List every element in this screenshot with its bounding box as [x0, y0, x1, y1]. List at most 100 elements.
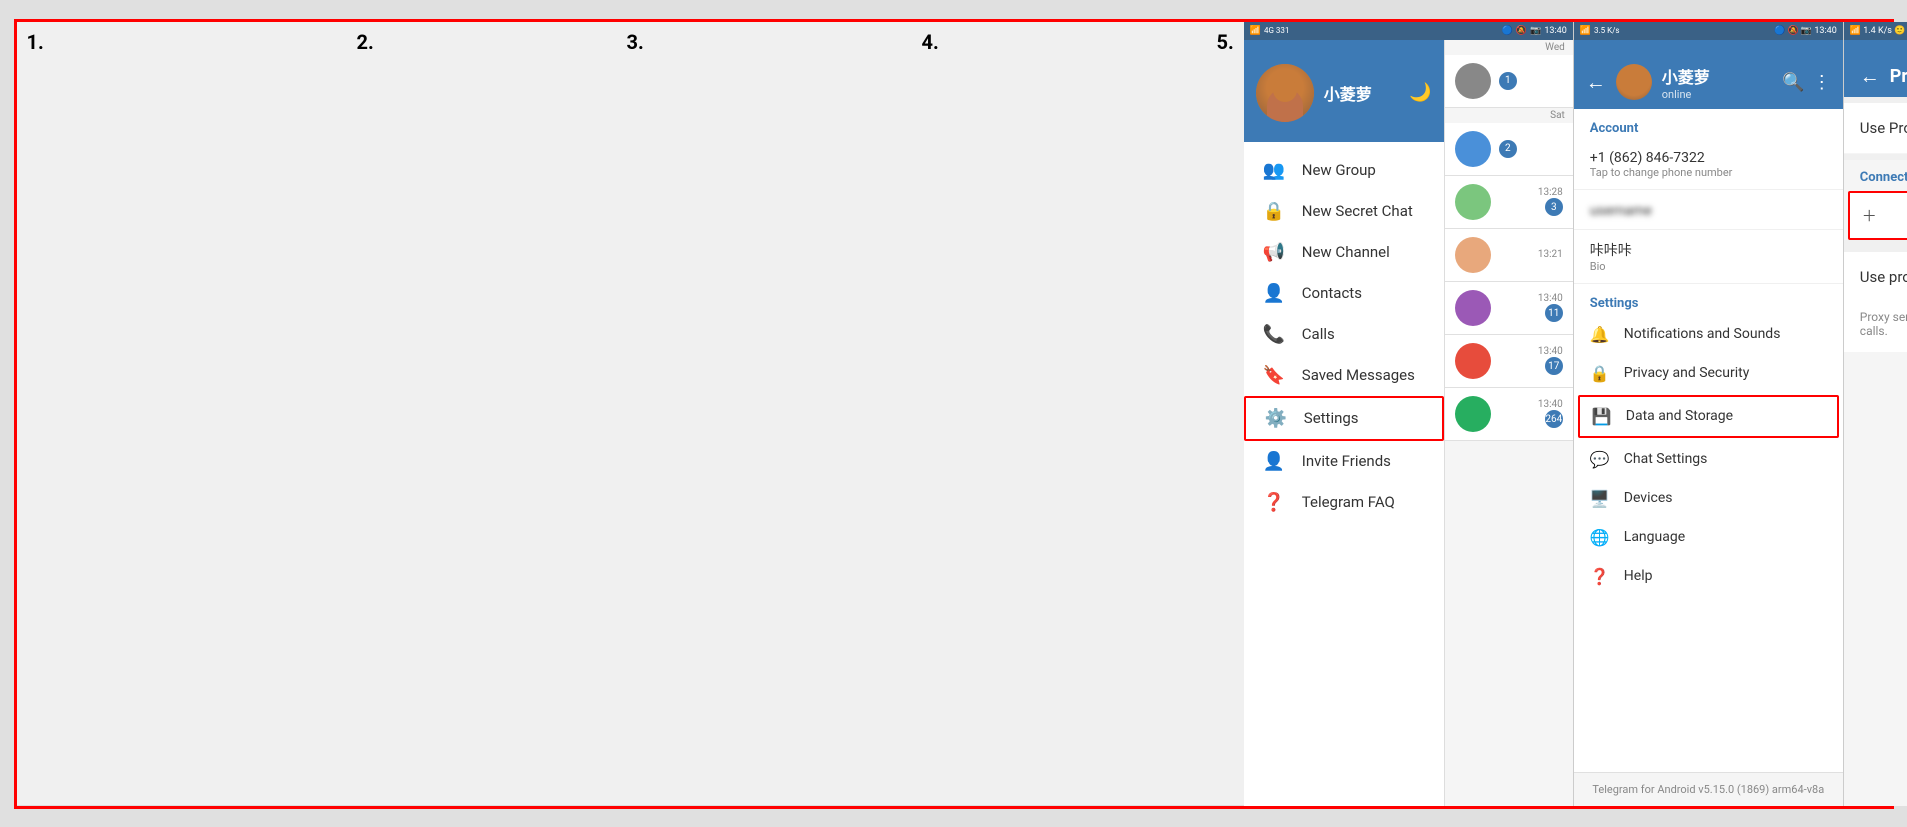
panel-2-header: ← 小菱萝 online 🔍 ⋮	[1574, 40, 1843, 109]
setting-privacy[interactable]: 🔒 Privacy and Security	[1574, 354, 1843, 393]
invite-icon: 👤	[1262, 451, 1286, 472]
use-proxy-label: Use Proxy	[1860, 119, 1907, 137]
sidebar: 小菱萝 🌙 👥 New Group 🔒	[1244, 40, 1444, 806]
setting-language[interactable]: 🌐 Language	[1574, 518, 1843, 557]
menu-item-saved[interactable]: 🔖 Saved Messages	[1244, 355, 1444, 396]
setting-help[interactable]: ❓ Help	[1574, 557, 1843, 596]
header-actions: 🔍 ⋮	[1782, 72, 1830, 93]
connections-label: Connections	[1844, 160, 1907, 191]
settings-icon: ⚙️	[1264, 408, 1288, 429]
language-label: Language	[1624, 529, 1685, 545]
menu-list: 👥 New Group 🔒 New Secret Chat 📢 New Chan…	[1244, 142, 1444, 531]
version-footer: Telegram for Android v5.15.0 (1869) arm6…	[1574, 772, 1843, 806]
add-proxy-btn[interactable]: ＋ Add Proxy	[1850, 193, 1907, 238]
chat-avatar	[1455, 131, 1491, 167]
privacy-label: Privacy and Security	[1624, 365, 1750, 381]
menu-label-faq: Telegram FAQ	[1302, 493, 1395, 511]
help-label: Help	[1624, 568, 1653, 584]
tap-change[interactable]: Tap to change phone number	[1590, 166, 1827, 179]
status-bar-3: 📶 1.4 K/s 🙂 📶 🔕 14:40	[1844, 22, 1907, 40]
menu-item-new-channel[interactable]: 📢 New Channel	[1244, 232, 1444, 273]
header-name: 小菱萝	[1662, 64, 1773, 88]
date-sat: Sat	[1445, 108, 1573, 123]
panel-1-layout: 小菱萝 🌙 👥 New Group 🔒	[1244, 40, 1573, 806]
use-proxy-calls-label: Use proxy for calls	[1860, 268, 1907, 286]
status-bar-1: 📶 4G 331 🔵 🔕 📷 13:40	[1244, 22, 1573, 40]
step-label-3: 3.	[617, 22, 912, 805]
calls-icon: 📞	[1262, 324, 1286, 345]
account-section-label: Account	[1574, 109, 1843, 140]
chat-avatar	[1455, 237, 1491, 273]
user-name: 小菱萝	[1324, 81, 1372, 105]
step-label-2: 2.	[347, 22, 617, 805]
account-phone-info: +1 (862) 846-7322 Tap to change phone nu…	[1574, 140, 1843, 190]
chat-item[interactable]: 2	[1445, 123, 1573, 176]
menu-label-new-channel: New Channel	[1302, 243, 1390, 261]
setting-data-storage[interactable]: 💾 Data and Storage	[1578, 395, 1839, 438]
panel-2: 📶 3.5 K/s 🔵 🔕 📷 13:40 ← 小菱萝 online 🔍 ⋮	[1574, 22, 1844, 806]
setting-devices[interactable]: 🖥️ Devices	[1574, 479, 1843, 518]
menu-label-calls: Calls	[1302, 325, 1335, 343]
notifications-icon: 🔔	[1590, 325, 1610, 344]
chat-badge: 264	[1545, 410, 1563, 428]
status-bar-2: 📶 3.5 K/s 🔵 🔕 📷 13:40	[1574, 22, 1843, 40]
proxy-settings-title: Proxy Settings	[1890, 66, 1907, 87]
moon-icon: 🌙	[1409, 82, 1431, 103]
menu-item-secret-chat[interactable]: 🔒 New Secret Chat	[1244, 191, 1444, 232]
back-button[interactable]: ←	[1586, 70, 1606, 95]
chat-item[interactable]: 13:28 3	[1445, 176, 1573, 229]
settings-section-label: Settings	[1574, 284, 1843, 315]
add-proxy-container: ＋ Add Proxy	[1848, 191, 1907, 240]
step-label-4: 4.	[912, 22, 1207, 805]
avatar	[1256, 64, 1314, 122]
chat-item[interactable]: 13:40 264	[1445, 388, 1573, 441]
header-avatar	[1616, 64, 1652, 100]
chat-badge: 3	[1545, 198, 1563, 216]
back-button-3[interactable]: ←	[1860, 64, 1880, 89]
search-icon[interactable]: 🔍	[1782, 72, 1804, 93]
menu-label-secret-chat: New Secret Chat	[1302, 202, 1413, 220]
chat-badge: 11	[1545, 304, 1563, 322]
data-storage-icon: 💾	[1592, 407, 1612, 426]
menu-item-invite[interactable]: 👤 Invite Friends	[1244, 441, 1444, 482]
chat-badge: 2	[1499, 140, 1517, 158]
contacts-icon: 👤	[1262, 283, 1286, 304]
use-proxy-calls-row: Use proxy for calls	[1844, 252, 1907, 302]
menu-item-new-group[interactable]: 👥 New Group	[1244, 150, 1444, 191]
chat-badge: 17	[1545, 357, 1563, 375]
menu-item-calls[interactable]: 📞 Calls	[1244, 314, 1444, 355]
bio-name: 咔咔咔	[1590, 240, 1827, 260]
data-storage-label: Data and Storage	[1626, 408, 1733, 424]
date-wed: Wed	[1445, 40, 1573, 55]
menu-label-new-group: New Group	[1302, 161, 1376, 179]
chat-avatar	[1455, 343, 1491, 379]
proxy-calls-section: Use proxy for calls Proxy servers may de…	[1844, 252, 1907, 352]
devices-label: Devices	[1624, 490, 1673, 506]
chat-item[interactable]: 13:40 11	[1445, 282, 1573, 335]
chat-badge: 1	[1499, 72, 1517, 90]
chat-item[interactable]: 13:21	[1445, 229, 1573, 282]
menu-item-settings[interactable]: ⚙️ Settings	[1244, 396, 1444, 441]
phone-number: +1 (862) 846-7322	[1590, 150, 1827, 166]
faq-icon: ❓	[1262, 492, 1286, 513]
account-bio: 咔咔咔 Bio	[1574, 230, 1843, 284]
new-channel-icon: 📢	[1262, 242, 1286, 263]
menu-item-faq[interactable]: ❓ Telegram FAQ	[1244, 482, 1444, 523]
chat-icon: 💬	[1590, 450, 1610, 469]
more-icon[interactable]: ⋮	[1813, 72, 1831, 93]
setting-notifications[interactable]: 🔔 Notifications and Sounds	[1574, 315, 1843, 354]
chat-item[interactable]: 13:40 17	[1445, 335, 1573, 388]
proxy-calls-hint: Proxy servers may degrade the quality of…	[1844, 302, 1907, 352]
language-icon: 🌐	[1590, 528, 1610, 547]
new-group-icon: 👥	[1262, 160, 1286, 181]
chat-item[interactable]: 1	[1445, 55, 1573, 108]
panel-1: 📶 4G 331 🔵 🔕 📷 13:40	[1244, 22, 1574, 806]
use-proxy-section: Use Proxy	[1844, 103, 1907, 153]
chat-avatar	[1455, 290, 1491, 326]
notifications-label: Notifications and Sounds	[1624, 326, 1781, 342]
setting-chat[interactable]: 💬 Chat Settings	[1574, 440, 1843, 479]
menu-item-contacts[interactable]: 👤 Contacts	[1244, 273, 1444, 314]
header-title: 小菱萝 online	[1662, 64, 1773, 101]
chat-list: Wed 1 Sat 2 13:28	[1444, 40, 1573, 806]
user-header: 小菱萝 🌙	[1244, 40, 1444, 142]
